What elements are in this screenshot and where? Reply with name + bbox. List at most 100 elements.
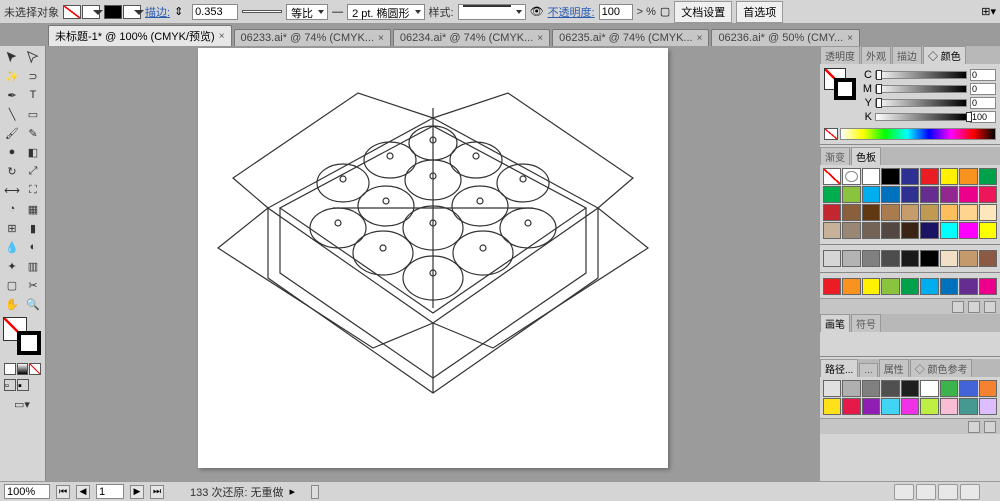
- free-transform-tool[interactable]: ⛶: [23, 181, 43, 199]
- swatch-8[interactable]: [979, 250, 997, 267]
- color-tabs-tab-2[interactable]: 描边: [892, 46, 922, 64]
- color-panel-swatch[interactable]: [824, 68, 858, 102]
- swatch-20[interactable]: [862, 204, 880, 221]
- swatch-trash-icon[interactable]: [984, 301, 996, 313]
- swatch-2[interactable]: [862, 278, 880, 295]
- status-scrollbar[interactable]: [311, 485, 319, 499]
- opacity-link[interactable]: 不透明度:: [548, 4, 595, 20]
- clip-icon[interactable]: ▢: [660, 5, 670, 18]
- change-screen-mode[interactable]: ▭▾: [2, 395, 42, 413]
- swatch-9[interactable]: [823, 398, 841, 415]
- swatch-22[interactable]: [901, 204, 919, 221]
- color-tabs-tab-0[interactable]: 透明度: [820, 46, 860, 64]
- close-icon[interactable]: ×: [847, 33, 853, 44]
- close-icon[interactable]: ×: [697, 33, 703, 44]
- rectangle-tool[interactable]: ▭: [23, 105, 43, 123]
- swatch-14[interactable]: [920, 186, 938, 203]
- swatch-tabs-tab-0[interactable]: 渐变: [820, 147, 850, 165]
- screen-mode-full[interactable]: ▪: [17, 379, 29, 391]
- swatch-4[interactable]: [901, 380, 919, 397]
- prefs-button[interactable]: 首选项: [736, 1, 783, 23]
- opacity-input[interactable]: [599, 4, 633, 20]
- swatch-23[interactable]: [920, 204, 938, 221]
- swatch-14[interactable]: [920, 398, 938, 415]
- prev-page-button[interactable]: ◀: [76, 485, 90, 499]
- swatch-5[interactable]: [920, 250, 938, 267]
- swatch-0[interactable]: [823, 250, 841, 267]
- swatch-18[interactable]: [823, 204, 841, 221]
- swatch-2[interactable]: [862, 168, 880, 185]
- channel-M-value[interactable]: [970, 83, 996, 95]
- swatch-3[interactable]: [881, 380, 899, 397]
- channel-Y-slider[interactable]: [875, 99, 967, 107]
- document-tab-4[interactable]: 06236.ai* @ 50% (CMY...×: [711, 29, 860, 46]
- fill-stroke-indicator[interactable]: [3, 317, 43, 357]
- gradient-tool[interactable]: ▮: [23, 219, 43, 237]
- blend-tool[interactable]: ◐: [23, 238, 43, 256]
- channel-M-slider[interactable]: [875, 85, 967, 93]
- artboard-tool[interactable]: ▢: [2, 276, 22, 294]
- swatch-4[interactable]: [901, 250, 919, 267]
- swatch-15[interactable]: [940, 186, 958, 203]
- stroke-weight-input[interactable]: [192, 4, 238, 20]
- swatch-29[interactable]: [862, 222, 880, 239]
- swatch-32[interactable]: [920, 222, 938, 239]
- pf-tabs-tab-2[interactable]: 属性: [879, 359, 909, 377]
- page-input[interactable]: [96, 484, 124, 499]
- mesh-tool[interactable]: ⊞: [2, 219, 22, 237]
- close-icon[interactable]: ×: [378, 33, 384, 44]
- swatch-7[interactable]: [959, 278, 977, 295]
- swatch-11[interactable]: [862, 186, 880, 203]
- eraser-tool[interactable]: ◧: [23, 143, 43, 161]
- swatch-8[interactable]: [979, 168, 997, 185]
- swatch-17[interactable]: [979, 186, 997, 203]
- swatch-6[interactable]: [940, 278, 958, 295]
- swatch-11[interactable]: [862, 398, 880, 415]
- align-icon[interactable]: ⊞▾: [981, 5, 996, 18]
- paintbrush-tool[interactable]: 🖌: [2, 124, 22, 142]
- channel-C-slider[interactable]: [875, 71, 967, 79]
- channel-C-value[interactable]: [970, 69, 996, 81]
- document-tab-1[interactable]: 06233.ai* @ 74% (CMYK...×: [234, 29, 391, 46]
- swatch-1[interactable]: [842, 380, 860, 397]
- stroke-link[interactable]: 描边:: [145, 4, 170, 20]
- swatch-1[interactable]: [842, 278, 860, 295]
- swatch-17[interactable]: [979, 398, 997, 415]
- swatch-27[interactable]: [823, 222, 841, 239]
- zoom-input[interactable]: [4, 484, 50, 499]
- canvas[interactable]: [46, 46, 820, 481]
- pen-tool[interactable]: ✒: [2, 86, 22, 104]
- eye-icon[interactable]: 👁: [530, 5, 544, 18]
- color-tabs-tab-1[interactable]: 外观: [861, 46, 891, 64]
- spectrum-bar[interactable]: [840, 128, 996, 140]
- hand-tool[interactable]: ✋: [2, 295, 22, 313]
- slice-tool[interactable]: ✂: [23, 276, 43, 294]
- swatch-7[interactable]: [959, 380, 977, 397]
- screen-mode-normal[interactable]: ▫: [4, 379, 16, 391]
- fill-swatch-control[interactable]: [63, 5, 100, 19]
- swatch-5[interactable]: [920, 380, 938, 397]
- symbol-sprayer-tool[interactable]: ✦: [2, 257, 22, 275]
- ime-icon-4[interactable]: [960, 484, 980, 500]
- perspective-tool[interactable]: ▦: [23, 200, 43, 218]
- document-tab-3[interactable]: 06235.ai* @ 74% (CMYK...×: [552, 29, 709, 46]
- swatch-31[interactable]: [901, 222, 919, 239]
- pf-tabs-tab-3[interactable]: ◇ 颜色参考: [910, 359, 973, 377]
- swatch-13[interactable]: [901, 186, 919, 203]
- color-mode-button[interactable]: [4, 363, 16, 375]
- swatch-35[interactable]: [979, 222, 997, 239]
- swatch-25[interactable]: [959, 204, 977, 221]
- swatch-2[interactable]: [862, 380, 880, 397]
- swatch-1[interactable]: [842, 168, 860, 185]
- width-tool[interactable]: ⟷: [2, 181, 22, 199]
- swatch-33[interactable]: [940, 222, 958, 239]
- rotate-tool[interactable]: ↻: [2, 162, 22, 180]
- scale-tool[interactable]: ⤢: [23, 162, 43, 180]
- swatch-1[interactable]: [842, 250, 860, 267]
- swatch-34[interactable]: [959, 222, 977, 239]
- swatch-9[interactable]: [823, 186, 841, 203]
- close-icon[interactable]: ×: [219, 31, 225, 42]
- none-mode-button[interactable]: [29, 363, 41, 375]
- pf-tabs-tab-0[interactable]: 路径...: [820, 359, 858, 377]
- swatch-0[interactable]: [823, 168, 841, 185]
